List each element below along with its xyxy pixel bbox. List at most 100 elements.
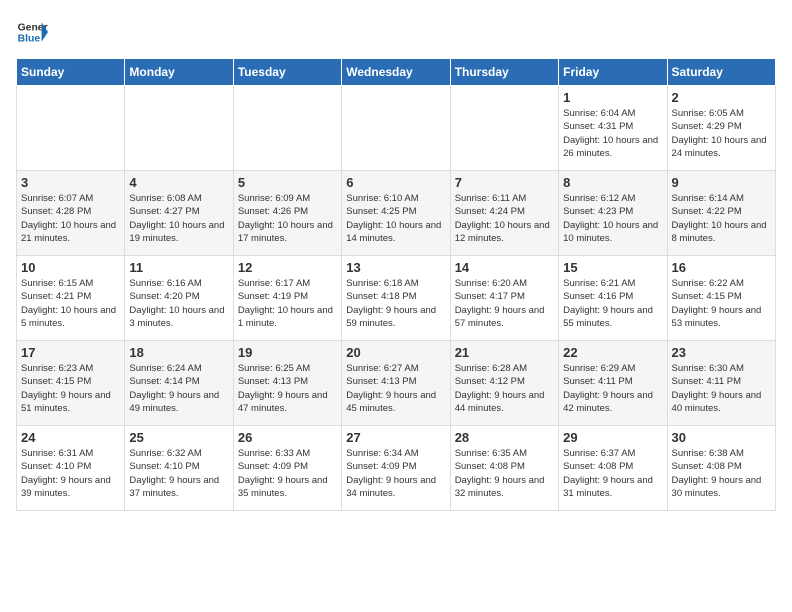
day-number: 13	[346, 260, 445, 275]
calendar-cell: 23 Sunrise: 6:30 AMSunset: 4:11 PMDayligh…	[667, 341, 775, 426]
day-number: 3	[21, 175, 120, 190]
logo: General Blue	[16, 16, 48, 48]
day-info: Sunrise: 6:23 AMSunset: 4:15 PMDaylight:…	[21, 362, 120, 415]
calendar-cell: 19 Sunrise: 6:25 AMSunset: 4:13 PMDayligh…	[233, 341, 341, 426]
day-number: 2	[672, 90, 771, 105]
day-number: 26	[238, 430, 337, 445]
header: General Blue	[16, 16, 776, 48]
weekday-header-wednesday: Wednesday	[342, 59, 450, 86]
calendar-cell: 25 Sunrise: 6:32 AMSunset: 4:10 PMDayligh…	[125, 426, 233, 511]
calendar-cell: 14 Sunrise: 6:20 AMSunset: 4:17 PMDayligh…	[450, 256, 558, 341]
calendar-cell: 6 Sunrise: 6:10 AMSunset: 4:25 PMDaylight…	[342, 171, 450, 256]
day-number: 7	[455, 175, 554, 190]
day-number: 8	[563, 175, 662, 190]
day-number: 6	[346, 175, 445, 190]
day-number: 23	[672, 345, 771, 360]
calendar-cell: 8 Sunrise: 6:12 AMSunset: 4:23 PMDaylight…	[559, 171, 667, 256]
day-info: Sunrise: 6:22 AMSunset: 4:15 PMDaylight:…	[672, 277, 771, 330]
day-number: 19	[238, 345, 337, 360]
day-info: Sunrise: 6:12 AMSunset: 4:23 PMDaylight:…	[563, 192, 662, 245]
calendar-cell: 28 Sunrise: 6:35 AMSunset: 4:08 PMDayligh…	[450, 426, 558, 511]
day-number: 24	[21, 430, 120, 445]
calendar-cell: 29 Sunrise: 6:37 AMSunset: 4:08 PMDayligh…	[559, 426, 667, 511]
calendar-cell	[233, 86, 341, 171]
weekday-header-tuesday: Tuesday	[233, 59, 341, 86]
day-number: 4	[129, 175, 228, 190]
day-info: Sunrise: 6:10 AMSunset: 4:25 PMDaylight:…	[346, 192, 445, 245]
calendar-cell: 30 Sunrise: 6:38 AMSunset: 4:08 PMDayligh…	[667, 426, 775, 511]
day-number: 18	[129, 345, 228, 360]
calendar-cell: 10 Sunrise: 6:15 AMSunset: 4:21 PMDayligh…	[17, 256, 125, 341]
day-number: 17	[21, 345, 120, 360]
day-number: 27	[346, 430, 445, 445]
day-number: 25	[129, 430, 228, 445]
weekday-header-thursday: Thursday	[450, 59, 558, 86]
calendar-cell: 12 Sunrise: 6:17 AMSunset: 4:19 PMDayligh…	[233, 256, 341, 341]
calendar-cell: 2 Sunrise: 6:05 AMSunset: 4:29 PMDaylight…	[667, 86, 775, 171]
calendar-cell	[450, 86, 558, 171]
day-info: Sunrise: 6:15 AMSunset: 4:21 PMDaylight:…	[21, 277, 120, 330]
day-info: Sunrise: 6:16 AMSunset: 4:20 PMDaylight:…	[129, 277, 228, 330]
day-info: Sunrise: 6:34 AMSunset: 4:09 PMDaylight:…	[346, 447, 445, 500]
day-info: Sunrise: 6:09 AMSunset: 4:26 PMDaylight:…	[238, 192, 337, 245]
day-number: 28	[455, 430, 554, 445]
day-info: Sunrise: 6:25 AMSunset: 4:13 PMDaylight:…	[238, 362, 337, 415]
day-info: Sunrise: 6:29 AMSunset: 4:11 PMDaylight:…	[563, 362, 662, 415]
calendar-cell: 24 Sunrise: 6:31 AMSunset: 4:10 PMDayligh…	[17, 426, 125, 511]
day-info: Sunrise: 6:08 AMSunset: 4:27 PMDaylight:…	[129, 192, 228, 245]
day-info: Sunrise: 6:21 AMSunset: 4:16 PMDaylight:…	[563, 277, 662, 330]
weekday-header-friday: Friday	[559, 59, 667, 86]
calendar-cell: 15Sunrise: 6:21 AMSunset: 4:16 PMDayligh…	[559, 256, 667, 341]
day-info: Sunrise: 6:20 AMSunset: 4:17 PMDaylight:…	[455, 277, 554, 330]
day-number: 30	[672, 430, 771, 445]
calendar-cell: 11 Sunrise: 6:16 AMSunset: 4:20 PMDayligh…	[125, 256, 233, 341]
day-info: Sunrise: 6:37 AMSunset: 4:08 PMDaylight:…	[563, 447, 662, 500]
calendar-cell	[342, 86, 450, 171]
day-number: 9	[672, 175, 771, 190]
weekday-header-monday: Monday	[125, 59, 233, 86]
day-number: 5	[238, 175, 337, 190]
calendar-cell: 26 Sunrise: 6:33 AMSunset: 4:09 PMDayligh…	[233, 426, 341, 511]
day-number: 14	[455, 260, 554, 275]
day-info: Sunrise: 6:05 AMSunset: 4:29 PMDaylight:…	[672, 107, 771, 160]
calendar-cell: 5 Sunrise: 6:09 AMSunset: 4:26 PMDaylight…	[233, 171, 341, 256]
calendar-cell: 4 Sunrise: 6:08 AMSunset: 4:27 PMDaylight…	[125, 171, 233, 256]
calendar-cell: 16 Sunrise: 6:22 AMSunset: 4:15 PMDayligh…	[667, 256, 775, 341]
day-info: Sunrise: 6:32 AMSunset: 4:10 PMDaylight:…	[129, 447, 228, 500]
day-info: Sunrise: 6:04 AMSunset: 4:31 PMDaylight:…	[563, 107, 662, 160]
day-info: Sunrise: 6:07 AMSunset: 4:28 PMDaylight:…	[21, 192, 120, 245]
day-info: Sunrise: 6:31 AMSunset: 4:10 PMDaylight:…	[21, 447, 120, 500]
day-number: 10	[21, 260, 120, 275]
calendar-cell	[125, 86, 233, 171]
calendar-cell: 18 Sunrise: 6:24 AMSunset: 4:14 PMDayligh…	[125, 341, 233, 426]
day-info: Sunrise: 6:35 AMSunset: 4:08 PMDaylight:…	[455, 447, 554, 500]
calendar-cell	[17, 86, 125, 171]
calendar-cell: 20 Sunrise: 6:27 AMSunset: 4:13 PMDayligh…	[342, 341, 450, 426]
calendar-cell: 9 Sunrise: 6:14 AMSunset: 4:22 PMDaylight…	[667, 171, 775, 256]
day-number: 16	[672, 260, 771, 275]
day-info: Sunrise: 6:24 AMSunset: 4:14 PMDaylight:…	[129, 362, 228, 415]
day-number: 21	[455, 345, 554, 360]
day-number: 20	[346, 345, 445, 360]
calendar-cell: 21Sunrise: 6:28 AMSunset: 4:12 PMDayligh…	[450, 341, 558, 426]
calendar-cell: 22Sunrise: 6:29 AMSunset: 4:11 PMDayligh…	[559, 341, 667, 426]
calendar-cell: 17 Sunrise: 6:23 AMSunset: 4:15 PMDayligh…	[17, 341, 125, 426]
calendar-table: SundayMondayTuesdayWednesdayThursdayFrid…	[16, 58, 776, 511]
day-info: Sunrise: 6:30 AMSunset: 4:11 PMDaylight:…	[672, 362, 771, 415]
day-number: 12	[238, 260, 337, 275]
day-info: Sunrise: 6:14 AMSunset: 4:22 PMDaylight:…	[672, 192, 771, 245]
day-info: Sunrise: 6:18 AMSunset: 4:18 PMDaylight:…	[346, 277, 445, 330]
svg-text:Blue: Blue	[18, 34, 41, 45]
day-info: Sunrise: 6:17 AMSunset: 4:19 PMDaylight:…	[238, 277, 337, 330]
day-info: Sunrise: 6:27 AMSunset: 4:13 PMDaylight:…	[346, 362, 445, 415]
logo-icon: General Blue	[16, 16, 48, 48]
day-number: 11	[129, 260, 228, 275]
day-info: Sunrise: 6:38 AMSunset: 4:08 PMDaylight:…	[672, 447, 771, 500]
day-number: 29	[563, 430, 662, 445]
calendar-cell: 27 Sunrise: 6:34 AMSunset: 4:09 PMDayligh…	[342, 426, 450, 511]
day-info: Sunrise: 6:33 AMSunset: 4:09 PMDaylight:…	[238, 447, 337, 500]
day-info: Sunrise: 6:11 AMSunset: 4:24 PMDaylight:…	[455, 192, 554, 245]
calendar-cell: 13 Sunrise: 6:18 AMSunset: 4:18 PMDayligh…	[342, 256, 450, 341]
weekday-header-sunday: Sunday	[17, 59, 125, 86]
calendar-cell: 1Sunrise: 6:04 AMSunset: 4:31 PMDaylight…	[559, 86, 667, 171]
